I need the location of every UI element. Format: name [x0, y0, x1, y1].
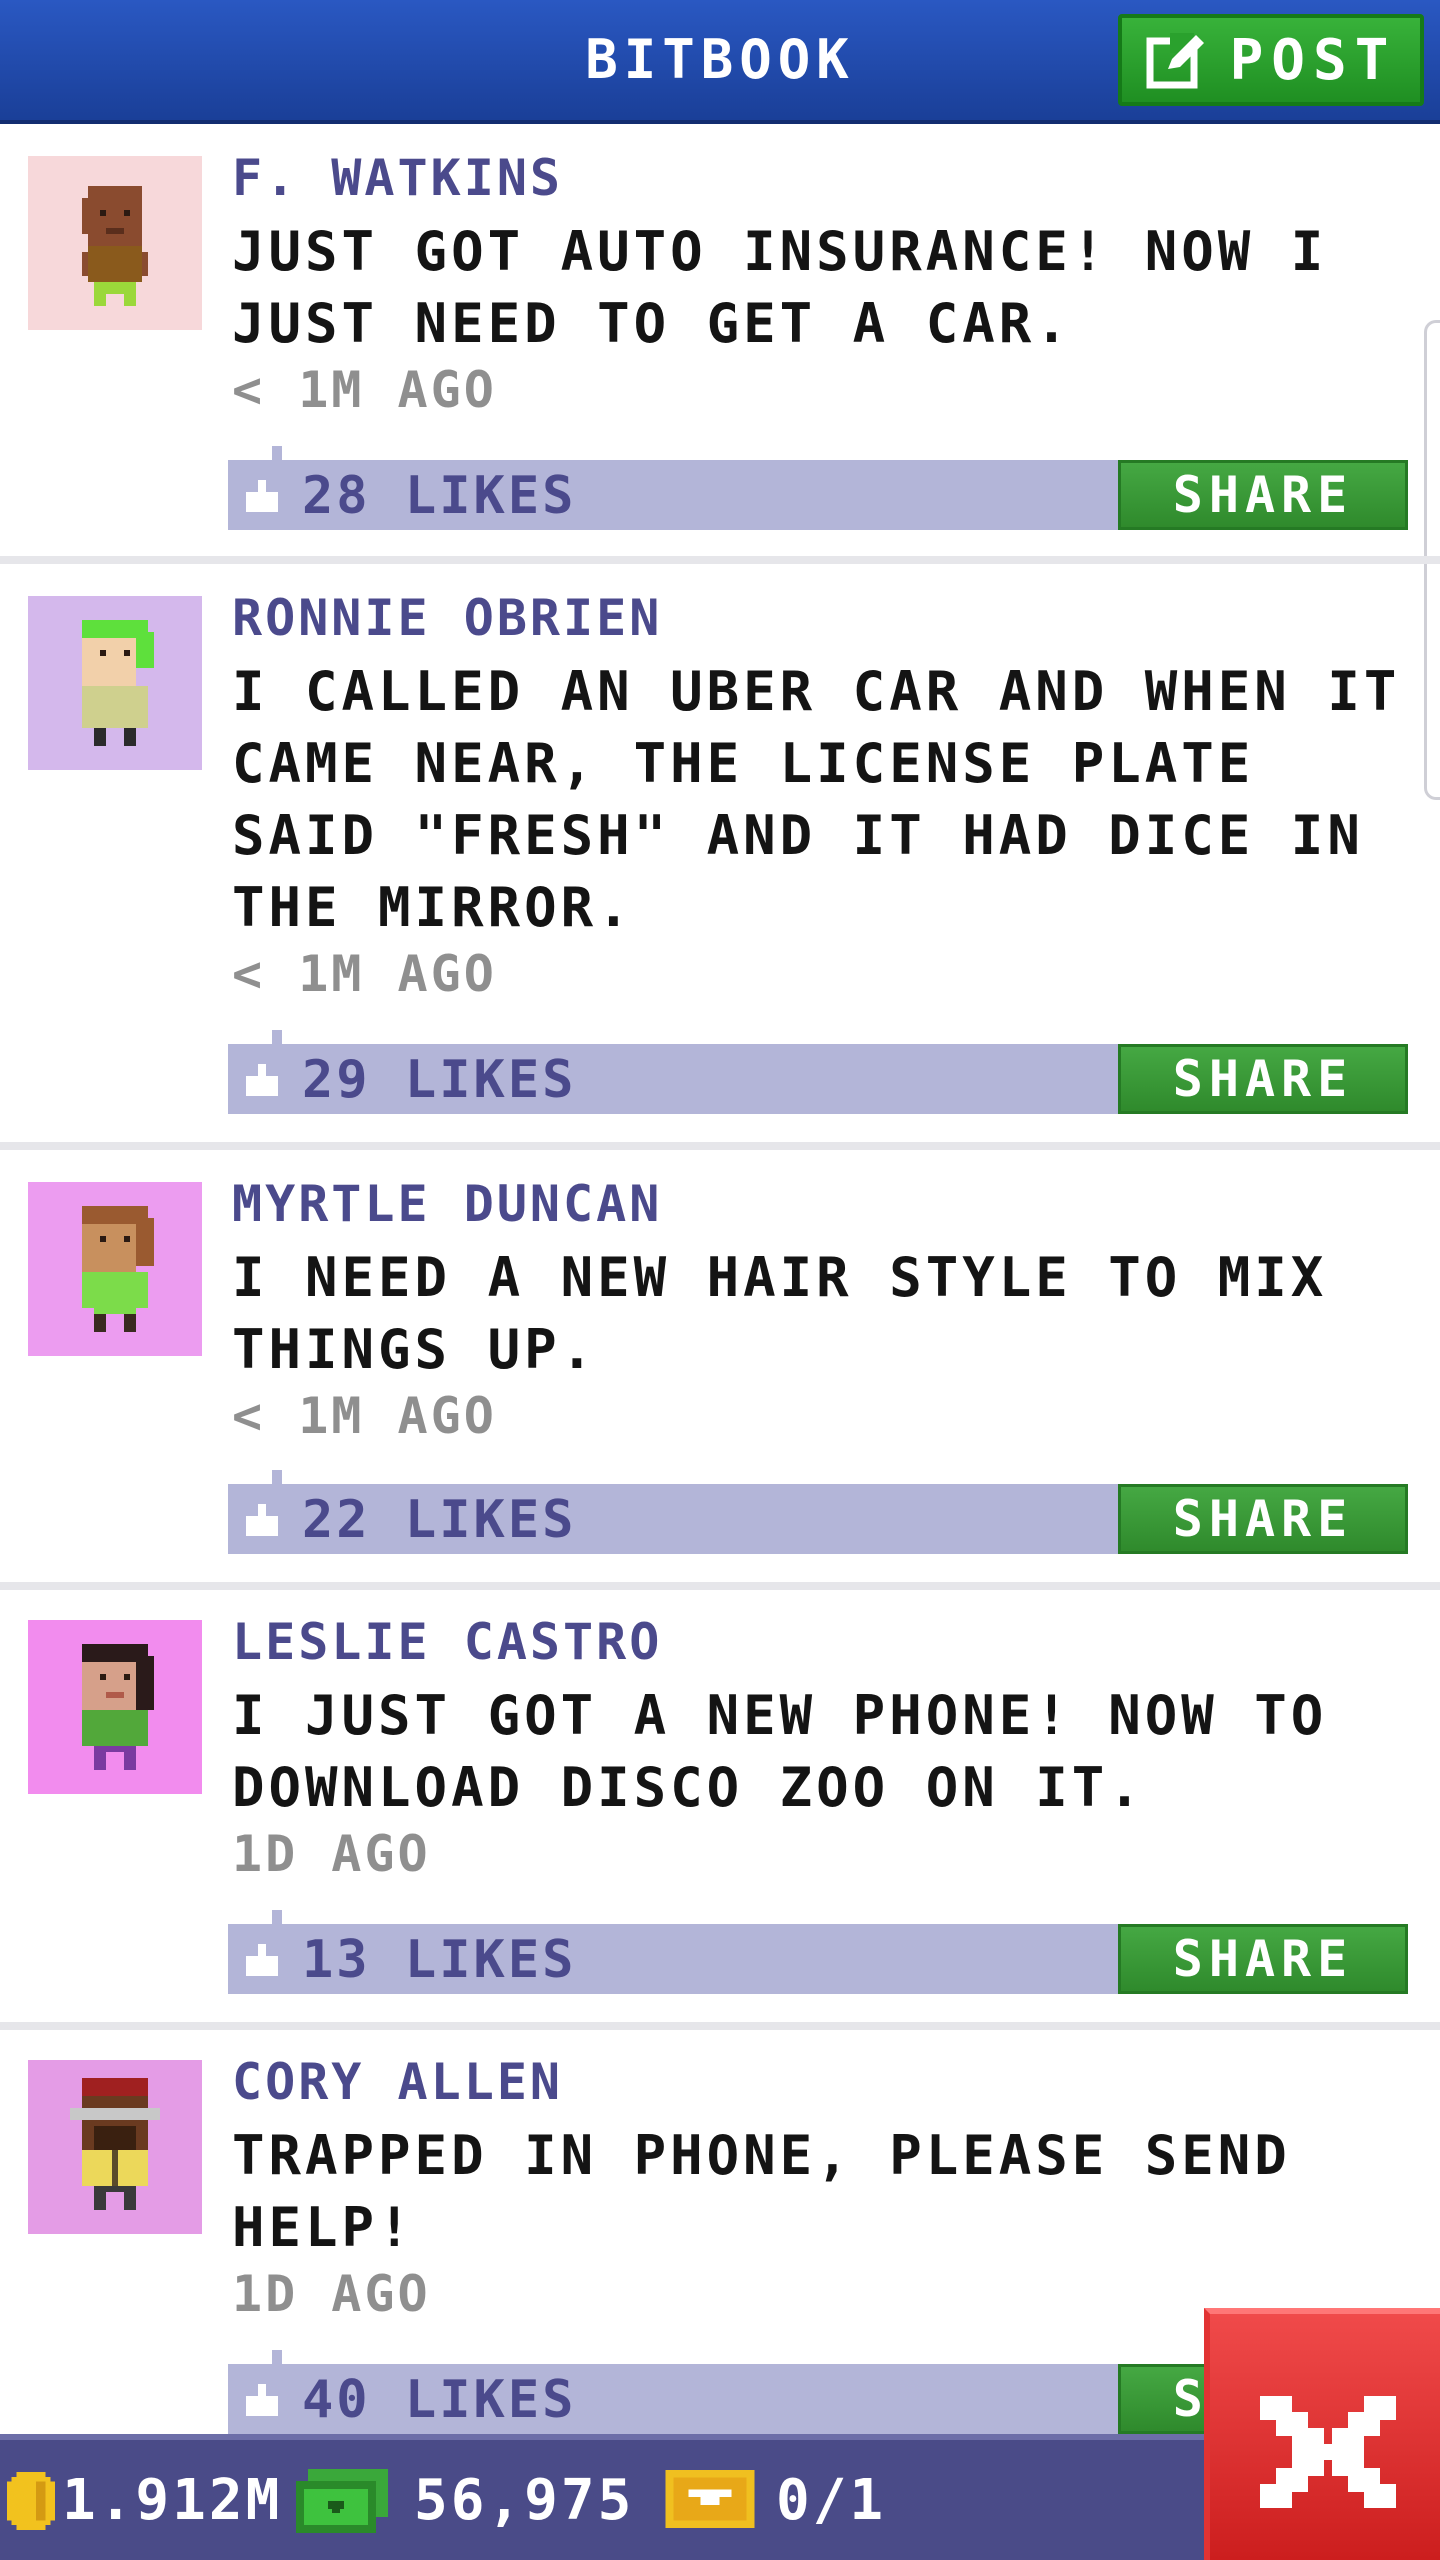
share-button[interactable]: SHARE	[1118, 1924, 1408, 1994]
close-button[interactable]	[1204, 2308, 1440, 2560]
edit-icon	[1146, 33, 1204, 89]
avatar[interactable]	[28, 1620, 202, 1794]
coin-icon	[6, 2472, 56, 2530]
post-message: JUST GOT AUTO INSURANCE! NOW I JUST NEED…	[232, 220, 1328, 355]
like-bar[interactable]: 22 LIKES SHARE	[228, 1470, 1408, 1554]
like-bar[interactable]: 13 LIKES SHARE	[228, 1910, 1408, 1994]
post-author[interactable]: F. WATKINS	[232, 148, 563, 208]
post-author[interactable]: MYRTLE DUNCAN	[232, 1174, 662, 1234]
like-bar[interactable]: 28 LIKES SHARE	[228, 446, 1408, 530]
divider	[0, 1142, 1440, 1150]
close-icon	[1260, 2396, 1396, 2508]
avatar[interactable]	[28, 2060, 202, 2234]
feed-post: MYRTLE DUNCAN I NEED A NEW HAIR STYLE TO…	[0, 1150, 1440, 1582]
share-button[interactable]: SHARE	[1118, 1044, 1408, 1114]
feed-post: F. WATKINS JUST GOT AUTO INSURANCE! NOW …	[0, 124, 1440, 556]
share-button[interactable]: SHARE	[1118, 1484, 1408, 1554]
divider	[0, 1582, 1440, 1590]
thumbs-up-icon	[246, 1504, 278, 1536]
post-time: < 1M AGO	[232, 1387, 497, 1445]
avatar[interactable]	[28, 156, 202, 330]
like-bar-notch	[272, 1030, 282, 1044]
like-bar-notch	[272, 1470, 282, 1484]
like-count: 22 LIKES	[302, 1490, 577, 1550]
like-count: 29 LIKES	[302, 1050, 577, 1110]
thumbs-up-icon	[246, 480, 278, 512]
like-count: 28 LIKES	[302, 466, 577, 526]
cash-icon	[296, 2469, 388, 2533]
coins-value: 1.912M	[62, 2468, 283, 2533]
avatar[interactable]	[28, 1182, 202, 1356]
app-header: BITBOOK POST	[0, 0, 1440, 124]
like-count: 13 LIKES	[302, 1930, 577, 1990]
post-time: < 1M AGO	[232, 945, 497, 1003]
share-button[interactable]: SHARE	[1118, 460, 1408, 530]
post-time: 1D AGO	[232, 1825, 431, 1883]
cash-value: 56,975	[414, 2468, 635, 2533]
post-author[interactable]: CORY ALLEN	[232, 2052, 563, 2112]
like-bar[interactable]: 29 LIKES SHARE	[228, 1030, 1408, 1114]
like-bar-notch	[272, 446, 282, 460]
post-time: 1D AGO	[232, 2265, 431, 2323]
divider	[0, 2022, 1440, 2030]
post-message: I JUST GOT A NEW PHONE! NOW TO DOWNLOAD …	[232, 1684, 1328, 1819]
feed-post: RONNIE OBRIEN I CALLED AN UBER CAR AND W…	[0, 564, 1440, 1142]
feed-post: LESLIE CASTRO I JUST GOT A NEW PHONE! NO…	[0, 1590, 1440, 2022]
like-bar-notch	[272, 2350, 282, 2364]
post-button[interactable]: POST	[1118, 14, 1424, 106]
post-message: TRAPPED IN PHONE, PLEASE SEND HELP!	[232, 2124, 1291, 2259]
post-button-label: POST	[1229, 27, 1397, 93]
thumbs-up-icon	[246, 1944, 278, 1976]
post-author[interactable]: LESLIE CASTRO	[232, 1612, 662, 1672]
avatar[interactable]	[28, 596, 202, 770]
tickets-value: 0/1	[776, 2468, 887, 2533]
post-message: I NEED A NEW HAIR STYLE TO MIX THINGS UP…	[232, 1246, 1328, 1381]
thumbs-up-icon	[246, 1064, 278, 1096]
ticket-icon	[665, 2470, 755, 2528]
post-message: I CALLED AN UBER CAR AND WHEN IT CAME NE…	[232, 660, 1401, 939]
like-count: 40 LIKES	[302, 2370, 577, 2430]
post-time: < 1M AGO	[232, 361, 497, 419]
like-bar-notch	[272, 1910, 282, 1924]
divider	[0, 556, 1440, 564]
post-author[interactable]: RONNIE OBRIEN	[232, 588, 662, 648]
thumbs-up-icon	[246, 2384, 278, 2416]
